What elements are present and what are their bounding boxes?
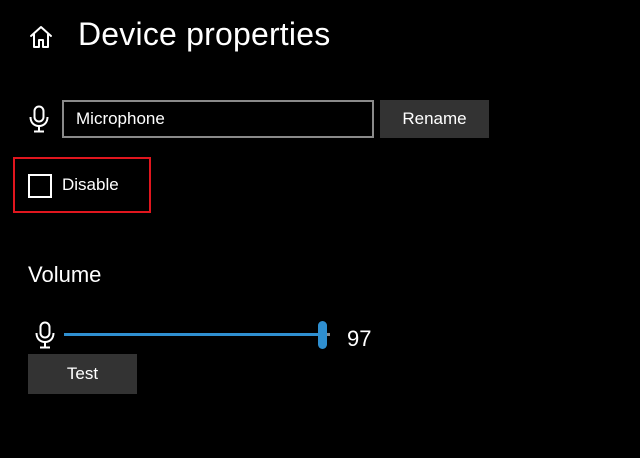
- microphone-icon: [28, 105, 50, 133]
- volume-slider-thumb[interactable]: [318, 321, 328, 349]
- page-title: Device properties: [78, 16, 331, 52]
- microphone-icon: [34, 321, 56, 349]
- device-name-input[interactable]: [62, 100, 374, 138]
- disable-checkbox[interactable]: [28, 174, 52, 198]
- device-properties-page: Device properties Rename Disable Volume: [0, 0, 640, 458]
- home-icon[interactable]: [28, 24, 54, 50]
- test-button[interactable]: Test: [28, 354, 137, 394]
- volume-value: 97: [347, 326, 372, 351]
- volume-heading: Volume: [28, 262, 102, 287]
- rename-button[interactable]: Rename: [380, 100, 489, 138]
- volume-slider-fill: [64, 333, 323, 336]
- volume-slider[interactable]: [64, 320, 330, 350]
- disable-checkbox-label[interactable]: Disable: [62, 175, 119, 195]
